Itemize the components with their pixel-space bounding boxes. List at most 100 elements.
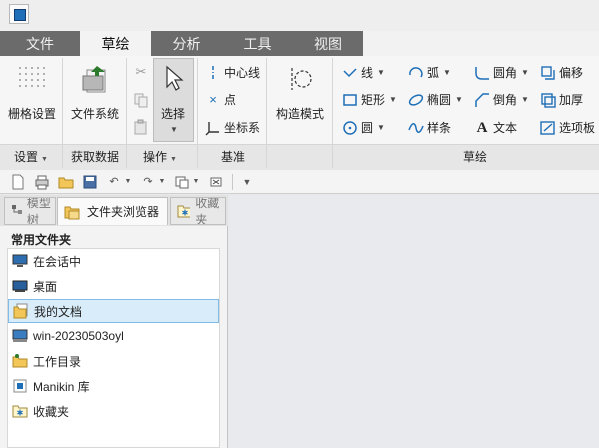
text-button[interactable]: A 文本: [474, 119, 517, 136]
tab-view[interactable]: 视图: [293, 31, 363, 56]
open-folder-icon[interactable]: [58, 174, 74, 190]
rectangle-icon: [342, 92, 358, 108]
common-folders-list: 在会话中 桌面 我的文档 win-20230503oyl 工作目录 Maniki…: [7, 248, 220, 448]
toolbar-separator: [232, 173, 233, 190]
list-item[interactable]: win-20230503oyl: [8, 324, 219, 348]
circle-button[interactable]: 圆 ▼: [342, 119, 385, 136]
undo-icon[interactable]: ↶: [106, 174, 122, 190]
copy-icon: [133, 92, 149, 108]
offset-label: 偏移: [559, 66, 584, 80]
tab-analysis[interactable]: 分析: [151, 31, 222, 56]
ellipse-icon: [408, 92, 424, 108]
tab-file[interactable]: 文件: [0, 31, 80, 56]
file-system-button[interactable]: 文件系统: [64, 58, 126, 121]
point-icon: ×: [209, 91, 217, 107]
tab-folder-browser[interactable]: 文件夹浏览器: [57, 197, 168, 225]
chevron-down-icon[interactable]: ▼: [192, 174, 200, 190]
rectangle-button[interactable]: 矩形 ▼: [342, 91, 397, 108]
ribbon-separator: [197, 58, 198, 168]
spline-label: 样条: [427, 121, 452, 135]
arc-button[interactable]: 弧 ▼: [408, 64, 451, 81]
point-button[interactable]: × 点: [205, 91, 236, 108]
list-item-label: win-20230503oyl: [33, 329, 124, 343]
ribbon-separator: [332, 58, 333, 168]
list-item[interactable]: 在会话中: [8, 249, 219, 273]
chamfer-label: 倒角: [493, 93, 518, 107]
tab-favorites[interactable]: ✱ 收藏夹: [170, 197, 226, 225]
list-item[interactable]: 我的文档: [8, 299, 219, 323]
new-file-icon[interactable]: [10, 174, 26, 190]
thicken-icon: [540, 92, 556, 108]
line-button[interactable]: 线 ▼: [342, 64, 385, 81]
centerline-button[interactable]: 中心线: [205, 64, 260, 81]
group-label-datum: 基准: [221, 150, 246, 164]
thicken-label: 加厚: [559, 93, 584, 107]
grid-settings-button[interactable]: 栅格设置: [2, 58, 62, 121]
chevron-down-icon[interactable]: ▼: [158, 174, 166, 190]
chevron-down-icon[interactable]: ▼: [124, 174, 132, 190]
group-label-get-data: 获取数据: [71, 150, 120, 164]
redo-icon[interactable]: ↷: [140, 174, 156, 190]
group-label-operations[interactable]: 操作 ▼: [143, 148, 177, 165]
csys-button[interactable]: 坐标系: [205, 119, 260, 136]
text-label: 文本: [493, 121, 518, 135]
centerline-label: 中心线: [224, 66, 261, 80]
favorites-folder-icon: ✱: [12, 403, 28, 419]
list-item-label: 工作目录: [33, 354, 82, 369]
ribbon-tabs: 文件 草绘 分析 工具 视图: [0, 31, 599, 56]
list-item-label: 在会话中: [33, 254, 82, 269]
arc-label: 弧: [427, 66, 440, 80]
model-tree-icon: [12, 205, 22, 214]
tab-sketch[interactable]: 草绘: [80, 31, 151, 56]
palette-label: 选项板: [559, 121, 596, 135]
close-window-icon[interactable]: [208, 174, 224, 190]
scissors-icon: ✂: [135, 64, 147, 79]
offset-button[interactable]: 偏移: [540, 64, 583, 81]
ellipse-button[interactable]: 椭圆 ▼: [408, 91, 463, 108]
navigator-panel: 模型树 文件夹浏览器 ✱ 收藏夹 常用文件夹 在会话中 桌面 我的文档 win-…: [0, 195, 228, 448]
list-item[interactable]: 工作目录: [8, 349, 219, 373]
graphics-area[interactable]: [229, 195, 599, 448]
select-button[interactable]: 选择 ▼: [153, 58, 194, 142]
ribbon-separator: [62, 58, 63, 168]
circle-icon: [342, 120, 358, 136]
spline-button[interactable]: 样条: [408, 119, 451, 136]
construction-mode-button[interactable]: 构造模式: [270, 58, 330, 121]
palette-button[interactable]: 选项板: [540, 119, 595, 136]
point-label: 点: [224, 93, 237, 107]
tab-tools[interactable]: 工具: [222, 31, 293, 56]
list-item-label: 桌面: [33, 279, 58, 294]
copy-button[interactable]: [133, 92, 152, 108]
line-icon: [342, 65, 358, 81]
folder-browser-icon: [64, 206, 80, 219]
customize-toolbar-icon[interactable]: ▼: [239, 174, 255, 190]
save-icon[interactable]: [82, 174, 98, 190]
coordinate-system-icon: [205, 120, 221, 136]
cut-button[interactable]: ✂: [133, 64, 152, 80]
csys-label: 坐标系: [224, 121, 261, 135]
tab-model-tree-label: 模型树: [26, 197, 51, 225]
list-item[interactable]: ✱ 收藏夹: [8, 399, 219, 423]
list-item[interactable]: Manikin 库: [8, 374, 219, 398]
spline-icon: [408, 120, 424, 136]
tab-favorites-label: 收藏夹: [195, 197, 220, 225]
tab-model-tree[interactable]: 模型树: [4, 197, 56, 225]
print-icon[interactable]: [34, 174, 50, 190]
list-item[interactable]: 桌面: [8, 274, 219, 298]
thicken-button[interactable]: 加厚: [540, 91, 583, 108]
app-icon[interactable]: [9, 4, 29, 24]
rectangle-label: 矩形: [361, 93, 386, 107]
navigator-tabs: 模型树 文件夹浏览器 ✱ 收藏夹: [0, 195, 228, 226]
cursor-icon: [166, 65, 184, 91]
list-item-label: 收藏夹: [33, 404, 70, 419]
group-label-setup[interactable]: 设置 ▼: [14, 148, 48, 165]
chamfer-button[interactable]: 倒角 ▼: [474, 91, 529, 108]
fillet-button[interactable]: 圆角 ▼: [474, 64, 529, 81]
ellipse-label: 椭圆: [427, 93, 452, 107]
paste-button[interactable]: [133, 119, 152, 135]
chamfer-icon: [474, 92, 490, 108]
chevron-down-icon: ▼: [170, 125, 178, 134]
regenerate-icon[interactable]: [174, 174, 190, 190]
paste-icon: [133, 119, 149, 135]
centerline-icon: [205, 65, 221, 81]
